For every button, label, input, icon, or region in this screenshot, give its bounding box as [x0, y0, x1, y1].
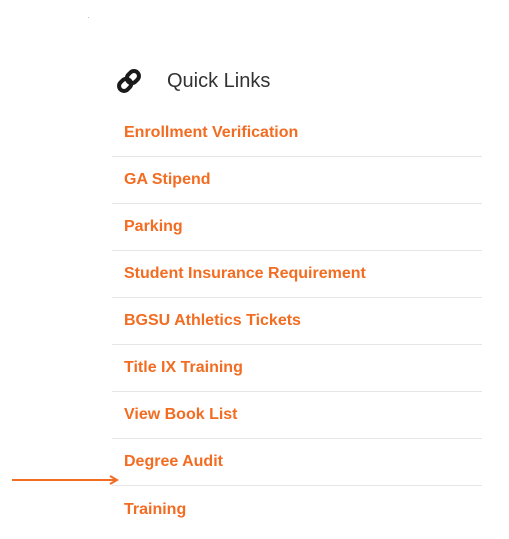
link-degree-audit[interactable]: Degree Audit: [124, 453, 223, 471]
link-enrollment-verification[interactable]: Enrollment Verification: [124, 124, 298, 142]
list-item: Student Insurance Requirement: [112, 251, 482, 298]
link-view-book-list[interactable]: View Book List: [124, 406, 238, 424]
list-item: BGSU Athletics Tickets: [112, 298, 482, 345]
link-training[interactable]: Training: [124, 501, 186, 519]
list-item: Title IX Training: [112, 345, 482, 392]
list-item: Parking: [112, 204, 482, 251]
quick-links-list: Enrollment Verification GA Stipend Parki…: [112, 110, 482, 533]
list-item: GA Stipend: [112, 157, 482, 204]
list-item: Training: [112, 486, 482, 533]
link-ga-stipend[interactable]: GA Stipend: [124, 171, 211, 189]
list-item: Degree Audit: [112, 439, 482, 486]
link-bgsu-athletics-tickets[interactable]: BGSU Athletics Tickets: [124, 312, 301, 330]
link-title-ix-training[interactable]: Title IX Training: [124, 359, 243, 377]
quick-links-title: Quick Links: [167, 70, 271, 92]
quick-links-panel: Quick Links Enrollment Verification GA S…: [112, 60, 482, 533]
arrow-right-icon: [12, 475, 120, 485]
link-parking[interactable]: Parking: [124, 218, 183, 236]
link-student-insurance-requirement[interactable]: Student Insurance Requirement: [124, 265, 366, 283]
stray-pixel: [88, 17, 89, 18]
list-item: View Book List: [112, 392, 482, 439]
link-icon: [114, 66, 144, 96]
quick-links-header: Quick Links: [112, 60, 482, 102]
list-item: Enrollment Verification: [112, 110, 482, 157]
